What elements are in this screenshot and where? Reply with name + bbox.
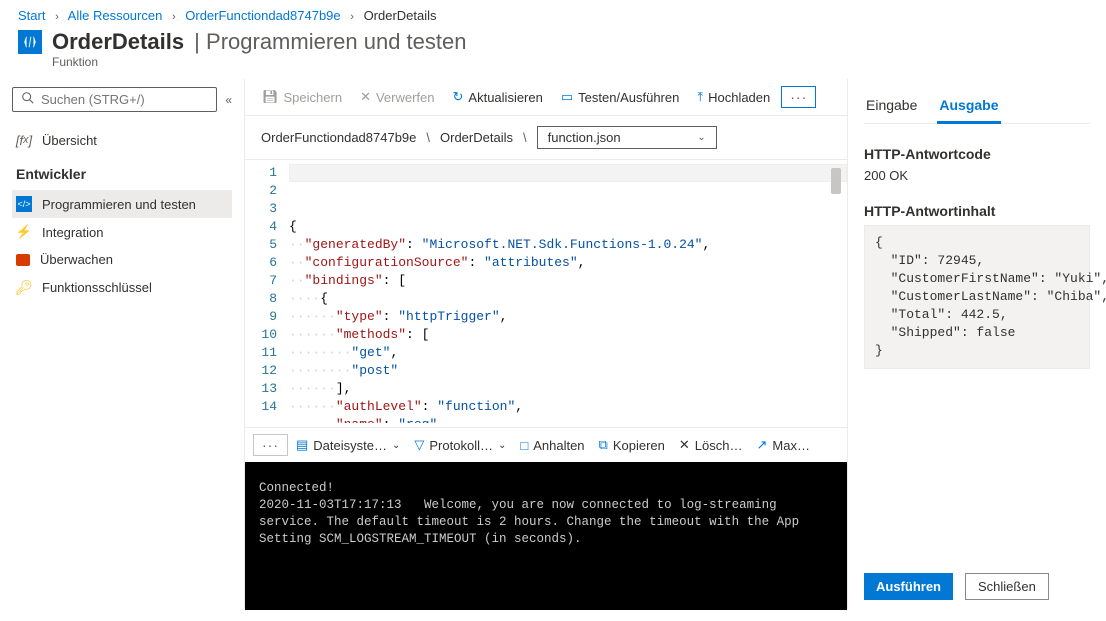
chevron-down-icon: ⌄ (392, 440, 400, 451)
sidebar-item-label: Funktionsschlüssel (42, 280, 152, 295)
search-input-wrap[interactable] (12, 87, 217, 112)
filter-icon: ▽ (414, 437, 424, 453)
clear-button[interactable]: ✕ Lösch… (673, 433, 749, 457)
copy-button[interactable]: ⧉ Kopieren (593, 433, 671, 457)
save-button[interactable]: 💾︎ Speichern (255, 85, 349, 109)
line-gutter: 1234567891011121314 (245, 164, 289, 423)
response-body[interactable]: { "ID": 72945, "CustomerFirstName": "Yuk… (864, 225, 1090, 369)
sidebar-item-label: Programmieren und testen (42, 197, 196, 212)
sidebar-section-developer: Entwickler (12, 154, 232, 190)
bolt-icon: ⚡ (16, 224, 32, 240)
chevron-right-icon: › (172, 11, 176, 23)
pause-button[interactable]: □ Anhalten (514, 434, 590, 457)
toolbar-more-button[interactable]: ··· (781, 86, 816, 108)
path-function: OrderDetails (440, 130, 513, 145)
center-panel: 💾︎ Speichern ✕ Verwerfen ↻ Aktualisieren… (245, 79, 848, 610)
filesystem-button[interactable]: ▤ Dateisyste… ⌄ (290, 433, 406, 457)
page-title-suffix: | Programmieren und testen (188, 29, 466, 55)
upload-button[interactable]: ⤒ Hochladen (690, 85, 777, 109)
crumb-function-app[interactable]: OrderFunctiondad8747b9e (185, 8, 340, 23)
sidebar-item-label: Übersicht (42, 133, 97, 148)
protocol-button[interactable]: ▽ Protokoll… ⌄ (408, 433, 512, 457)
crumb-resources[interactable]: Alle Ressourcen (68, 8, 163, 23)
chevron-down-icon: ⌄ (498, 440, 506, 451)
chevron-down-icon: ⌄ (697, 132, 705, 143)
upload-icon: ⤒ (697, 89, 703, 105)
close-button[interactable]: Schließen (965, 573, 1049, 600)
code-editor[interactable]: 1234567891011121314 { ··"generatedBy": "… (245, 160, 847, 427)
refresh-icon: ↻ (453, 89, 464, 105)
sidebar-item-code-test[interactable]: </> Programmieren und testen (12, 190, 232, 218)
file-path-bar: OrderFunctiondad8747b9e \ OrderDetails \… (245, 116, 847, 160)
search-input[interactable] (41, 92, 208, 107)
console-toolbar: ··· ▤ Dateisyste… ⌄ ▽ Protokoll… ⌄ □ Anh… (245, 427, 847, 462)
sidebar: « [fx] Übersicht Entwickler </> Programm… (0, 79, 245, 610)
log-console[interactable]: Connected! 2020-11-03T17:17:13 Welcome, … (245, 462, 847, 610)
console-more-button[interactable]: ··· (253, 434, 288, 456)
sidebar-item-label: Überwachen (40, 252, 113, 267)
path-sep: \ (426, 130, 430, 145)
test-panel: Eingabe Ausgabe HTTP-Antwortcode 200 OK … (848, 79, 1106, 610)
chevron-right-icon: › (350, 11, 354, 23)
fx-icon: [fx] (16, 132, 32, 148)
function-icon (18, 30, 42, 54)
pause-icon: □ (520, 438, 528, 453)
editor-toolbar: 💾︎ Speichern ✕ Verwerfen ↻ Aktualisieren… (245, 79, 847, 116)
test-tabs: Eingabe Ausgabe (864, 93, 1090, 124)
copy-icon: ⧉ (599, 437, 608, 453)
sidebar-item-overview[interactable]: [fx] Übersicht (12, 126, 232, 154)
crumb-current: OrderDetails (364, 8, 437, 23)
response-body-heading: HTTP-Antwortinhalt (864, 203, 1090, 219)
code-area[interactable]: { ··"generatedBy": "Microsoft.NET.Sdk.Fu… (289, 164, 847, 423)
monitor-icon (16, 254, 30, 266)
sidebar-item-label: Integration (42, 225, 103, 240)
page-title: OrderDetails (52, 29, 184, 55)
path-function-app: OrderFunctiondad8747b9e (261, 130, 416, 145)
scrollbar-thumb[interactable] (831, 168, 841, 194)
folder-icon: ▤ (296, 437, 308, 453)
sidebar-item-integration[interactable]: ⚡ Integration (12, 218, 232, 246)
page-header: OrderDetails | Programmieren und testen (0, 27, 1106, 55)
clear-icon: ✕ (679, 437, 690, 453)
refresh-button[interactable]: ↻ Aktualisieren (446, 85, 550, 109)
panel-footer: Ausführen Schließen (864, 559, 1090, 600)
discard-icon: ✕ (360, 89, 371, 105)
response-code-value: 200 OK (864, 168, 1090, 183)
maximize-button[interactable]: ↗ Max… (751, 433, 816, 457)
save-icon: 💾︎ (262, 89, 279, 105)
breadcrumb: Start › Alle Ressourcen › OrderFunctiond… (0, 0, 1106, 27)
collapse-sidebar-button[interactable]: « (225, 93, 232, 107)
path-sep: \ (523, 130, 527, 145)
resource-kind: Funktion (0, 55, 1106, 79)
response-code-heading: HTTP-Antwortcode (864, 146, 1090, 162)
sidebar-item-function-keys[interactable]: 🔑︎ Funktionsschlüssel (12, 273, 232, 301)
discard-button[interactable]: ✕ Verwerfen (353, 85, 441, 109)
expand-icon: ↗ (757, 437, 768, 453)
search-icon (21, 91, 35, 108)
sidebar-item-monitor[interactable]: Überwachen (12, 246, 232, 273)
chevron-right-icon: › (55, 11, 59, 23)
test-run-button[interactable]: ▭ Testen/Ausführen (554, 85, 686, 109)
play-icon: ▭ (561, 89, 573, 105)
tab-input[interactable]: Eingabe (864, 93, 919, 123)
current-line-highlight (289, 164, 847, 182)
file-select-dropdown[interactable]: function.json ⌄ (537, 126, 717, 149)
crumb-start[interactable]: Start (18, 8, 45, 23)
run-button[interactable]: Ausführen (864, 573, 953, 600)
tab-output[interactable]: Ausgabe (937, 93, 1000, 124)
code-icon: </> (16, 196, 32, 212)
key-icon: 🔑︎ (16, 279, 32, 295)
